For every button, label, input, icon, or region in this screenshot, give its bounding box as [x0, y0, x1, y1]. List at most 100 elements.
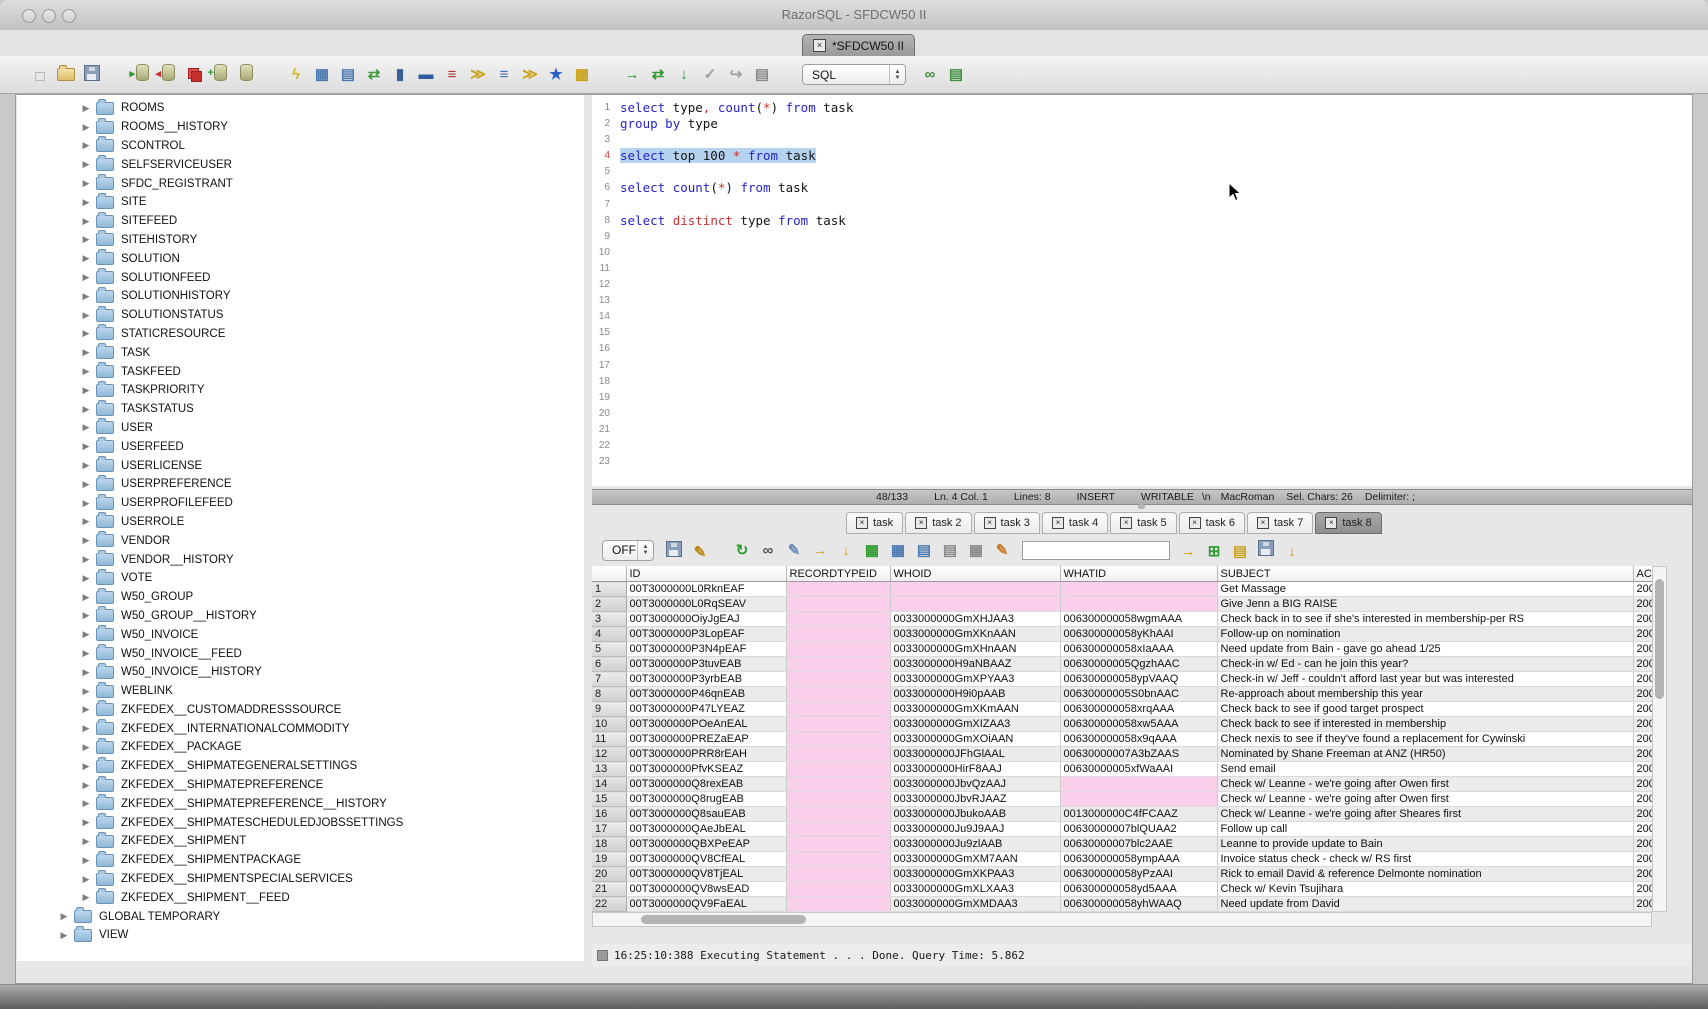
grid-cell[interactable]: [786, 867, 890, 882]
grid-cell[interactable]: 0033000000JFhGlAAL: [890, 747, 1060, 762]
go-next-icon[interactable]: →: [1178, 542, 1198, 562]
check-icon[interactable]: ✓: [700, 64, 720, 84]
grid-cell[interactable]: [786, 672, 890, 687]
grid-cell[interactable]: 00T3000000QBXPeEAP: [626, 837, 786, 852]
edit-cell-icon[interactable]: ✎: [784, 540, 804, 560]
grid-cell[interactable]: 0033000000HirF8AAJ: [890, 762, 1060, 777]
hscroll-thumb[interactable]: [641, 915, 806, 924]
grid-cell[interactable]: Check nexis to see if they've found a re…: [1217, 732, 1633, 747]
result-tab-task-3[interactable]: ×task 3: [974, 512, 1040, 534]
zoom-window-button[interactable]: [62, 9, 76, 23]
tree-item-sfdc_registrant[interactable]: ▶SFDC_REGISTRANT: [17, 174, 584, 193]
table-copy-icon[interactable]: ▦: [966, 540, 986, 560]
grid-cell[interactable]: Rick to email David & reference Delmonte…: [1217, 867, 1633, 882]
grid-cell[interactable]: 00630000007blQUAA2: [1060, 822, 1217, 837]
result-tab-task[interactable]: ×task: [846, 512, 903, 534]
grid-cell[interactable]: 200: [1633, 657, 1652, 672]
disclosure-triangle-icon[interactable]: ▶: [79, 140, 93, 151]
refresh-results-icon[interactable]: ↻: [732, 540, 752, 560]
notebook-icon[interactable]: ▮: [390, 64, 410, 84]
grid-cell[interactable]: 00T3000000P3yrbEAB: [626, 672, 786, 687]
tree-item-zkfedex__package[interactable]: ▶ZKFEDEX__PACKAGE: [17, 738, 584, 757]
row-number[interactable]: 14: [592, 777, 626, 792]
grid-cell[interactable]: 00T3000000P3tuvEAB: [626, 657, 786, 672]
grid-cell[interactable]: 200: [1633, 627, 1652, 642]
column-header-whatid[interactable]: WHATID: [1060, 566, 1217, 582]
grid-cell[interactable]: Check back to see if good target prospec…: [1217, 702, 1633, 717]
align-list-icon[interactable]: ≡: [494, 65, 514, 85]
run-list-icon[interactable]: ≫: [468, 64, 488, 84]
minimize-window-button[interactable]: [42, 9, 56, 23]
grid-cell[interactable]: 006300000058xIaAAA: [1060, 642, 1217, 657]
tree-item-rooms[interactable]: ▶ROOMS: [17, 99, 584, 118]
grid-cell[interactable]: 006300000058xw5AAA: [1060, 717, 1217, 732]
disclosure-triangle-icon[interactable]: ▶: [79, 780, 93, 791]
open-folder-icon[interactable]: [56, 64, 76, 84]
tree-item-userlicense[interactable]: ▶USERLICENSE: [17, 456, 584, 475]
grid-cell[interactable]: 200: [1633, 732, 1652, 747]
grid-cell[interactable]: 00T3000000QV8TjEAL: [626, 867, 786, 882]
grid-cell[interactable]: 0033000000Ju9J9AAJ: [890, 822, 1060, 837]
grid-cell[interactable]: 00T3000000Q8sauEAB: [626, 807, 786, 822]
grid-cell[interactable]: 006300000058yPzAAI: [1060, 867, 1217, 882]
tab-close-icon[interactable]: ×: [1189, 517, 1201, 529]
grid-cell[interactable]: 200: [1633, 822, 1652, 837]
grid-vscrollbar[interactable]: [1652, 566, 1667, 912]
tree-item-w50_invoice[interactable]: ▶W50_INVOICE: [17, 625, 584, 644]
go-forward-icon[interactable]: →: [622, 65, 642, 85]
execute-lightning-icon[interactable]: ϟ: [286, 65, 306, 85]
tree-item-zkfedex__shipment[interactable]: ▶ZKFEDEX__SHIPMENT: [17, 832, 584, 851]
disclosure-triangle-icon[interactable]: ▶: [79, 761, 93, 772]
row-number[interactable]: 6: [592, 657, 626, 672]
grid-cell[interactable]: 0033000000GmXM7AAN: [890, 852, 1060, 867]
grid-cell[interactable]: 006300000058yd5AAA: [1060, 882, 1217, 897]
grid-cell[interactable]: [1060, 582, 1217, 597]
grid-cell[interactable]: Send email: [1217, 762, 1633, 777]
disclosure-triangle-icon[interactable]: ▶: [79, 855, 93, 866]
column-down-icon[interactable]: ↓: [836, 540, 856, 560]
tab-close-icon[interactable]: ×: [1120, 517, 1132, 529]
disclosure-triangle-icon[interactable]: ▶: [79, 103, 93, 114]
row-number[interactable]: 4: [592, 627, 626, 642]
tree-item-rooms__history[interactable]: ▶ROOMS__HISTORY: [17, 118, 584, 137]
grid-cell[interactable]: 00T3000000PfvKSEAZ: [626, 762, 786, 777]
grid-cell[interactable]: Check w/ Leanne - we're going after Shea…: [1217, 807, 1633, 822]
tree-item-zkfedex__shipmatescheduledjobssettings[interactable]: ▶ZKFEDEX__SHIPMATESCHEDULEDJOBSSETTINGS: [17, 813, 584, 832]
grid-cell[interactable]: 006300000058xrqAAA: [1060, 702, 1217, 717]
table-add-icon[interactable]: ⊞: [1204, 541, 1224, 561]
row-number[interactable]: 8: [592, 687, 626, 702]
tab-close-icon[interactable]: ×: [813, 39, 826, 52]
grid-cell[interactable]: 0033000000JbukoAAB: [890, 807, 1060, 822]
export-document-icon[interactable]: ▤: [338, 64, 358, 84]
tree-item-zkfedex__shipmentpackage[interactable]: ▶ZKFEDEX__SHIPMENTPACKAGE: [17, 851, 584, 870]
disclosure-triangle-icon[interactable]: ▶: [79, 686, 93, 697]
result-tab-task-6[interactable]: ×task 6: [1179, 512, 1245, 534]
grid-cell[interactable]: 0033000000GmXHJAA3: [890, 612, 1060, 627]
grid-cell[interactable]: [890, 597, 1060, 612]
page-view-icon[interactable]: ▤: [914, 540, 934, 560]
vscroll-thumb[interactable]: [1655, 579, 1664, 699]
grid-cell[interactable]: [786, 597, 890, 612]
grid-cell[interactable]: [1060, 792, 1217, 807]
grid-cell[interactable]: 0033000000JbvRJAAZ: [890, 792, 1060, 807]
list-icon[interactable]: ≡: [442, 65, 462, 85]
grid-cell[interactable]: 006300000058yKhAAI: [1060, 627, 1217, 642]
grid-cell[interactable]: [786, 882, 890, 897]
grid-cell[interactable]: [786, 837, 890, 852]
window-titlebar[interactable]: RazorSQL - SFDCW50 II: [0, 0, 1708, 31]
new-file-icon[interactable]: □: [30, 66, 50, 86]
favorites-star-icon[interactable]: ★: [546, 64, 566, 84]
copy-pages-icon[interactable]: ▤: [940, 540, 960, 560]
grid-cell[interactable]: Check back in to see if she's interested…: [1217, 612, 1633, 627]
grid-cell[interactable]: 00T3000000P47LYEAZ: [626, 702, 786, 717]
grid-cell[interactable]: 200: [1633, 792, 1652, 807]
grid-cell[interactable]: 006300000058wgmAAA: [1060, 612, 1217, 627]
grid-cell[interactable]: [786, 627, 890, 642]
row-number[interactable]: 9: [592, 702, 626, 717]
tree-item-selfserviceuser[interactable]: ▶SELFSERVICEUSER: [17, 155, 584, 174]
disclosure-triangle-icon[interactable]: ▶: [79, 460, 93, 471]
disclosure-triangle-icon[interactable]: ▶: [79, 535, 93, 546]
grid-cell[interactable]: 200: [1633, 807, 1652, 822]
grid-cell[interactable]: 0033000000GmXIZAA3: [890, 717, 1060, 732]
save-as-icon[interactable]: [1256, 538, 1276, 558]
